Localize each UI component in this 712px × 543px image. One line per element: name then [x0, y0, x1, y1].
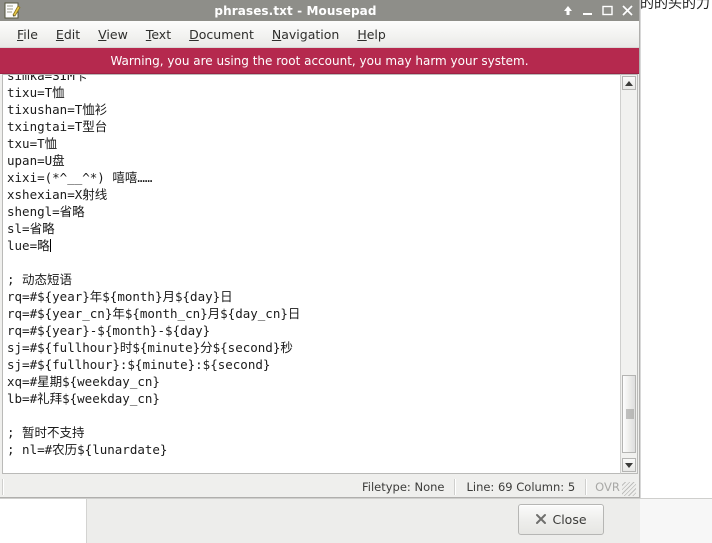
window-controls [563, 0, 633, 21]
statusbar-filetype: Filetype: None [354, 480, 452, 494]
editor-line: xixi=(*^__^*) 嘻嘻…… [7, 169, 620, 186]
menu-mnemonic: E [56, 27, 64, 42]
statusbar-divider-2 [454, 479, 456, 495]
menu-label: ocument [199, 27, 254, 42]
menu-document[interactable]: Document [180, 24, 263, 45]
editor-line: ; nl=#农历${lunardate} [7, 441, 620, 458]
statusbar: Filetype: None Line: 69 Column: 5 OVR [0, 477, 638, 497]
scroll-down-button[interactable] [622, 458, 636, 472]
text-caret [50, 239, 51, 252]
menu-mnemonic: H [357, 27, 366, 42]
close-window-button[interactable] [622, 5, 633, 16]
close-button-label: Close [552, 512, 586, 527]
vertical-scrollbar[interactable] [620, 74, 638, 474]
editor-line: rq=#${year_cn}年${month_cn}月${day_cn}日 [7, 305, 620, 322]
menu-label: ext [151, 27, 171, 42]
editor-area: simka=SIM卡tixu=T恤tixushan=T恤衫txingtai=T型… [2, 74, 638, 474]
editor-line [7, 254, 620, 271]
menu-label: avigation [281, 27, 339, 42]
menu-text[interactable]: Text [137, 24, 180, 45]
editor-line: txu=T恤 [7, 135, 620, 152]
scrollbar-thumb[interactable] [622, 375, 636, 453]
menu-label: elp [367, 27, 386, 42]
maximize-window-button[interactable] [602, 5, 613, 16]
editor-line: sj=#${fullhour}:${minute}:${second} [7, 356, 620, 373]
editor-line: tixu=T恤 [7, 84, 620, 101]
menu-file[interactable]: File [8, 24, 47, 45]
editor-line: rq=#${year}年${month}月${day}日 [7, 288, 620, 305]
editor-line: xshexian=X射线 [7, 186, 620, 203]
editor-line: simka=SIM卡 [7, 74, 620, 84]
desktop-background: 的的头的力 phrases.txt - Mousepad [0, 0, 712, 542]
editor-line: sj=#${fullhour}时${minute}分${second}秒 [7, 339, 620, 356]
warning-text: Warning, you are using the root account,… [110, 54, 528, 68]
chevron-up-icon [625, 81, 633, 86]
close-button[interactable]: Close [518, 504, 604, 535]
editor-text[interactable]: simka=SIM卡tixu=T恤tixushan=T恤衫txingtai=T型… [3, 74, 620, 458]
menu-label: dit [64, 27, 80, 42]
close-icon [535, 513, 547, 527]
statusbar-line-column: Line: 69 Column: 5 [458, 480, 583, 494]
background-dialog-right-edge [640, 499, 712, 543]
editor-line: tixushan=T恤衫 [7, 101, 620, 118]
menu-label: iew [106, 27, 127, 42]
root-account-warning-banner: Warning, you are using the root account,… [0, 48, 639, 74]
editor-line: sl=省略 [7, 220, 620, 237]
statusbar-divider-1 [2, 479, 4, 495]
background-partial-text: 的的头的力 [640, 0, 712, 13]
scroll-up-button[interactable] [622, 76, 636, 90]
shade-window-button[interactable] [563, 5, 573, 16]
editor-line: rq=#${year}-${month}-${day} [7, 322, 620, 339]
menu-navigation[interactable]: Navigation [263, 24, 348, 45]
mousepad-window: phrases.txt - Mousepad File Edit Vie [0, 0, 640, 498]
menu-label: ile [23, 27, 38, 42]
editor-line [7, 407, 620, 424]
menu-mnemonic: D [189, 27, 199, 42]
editor-line: lb=#礼拜${weekday_cn} [7, 390, 620, 407]
editor-line: shengl=省略 [7, 203, 620, 220]
window-resize-grip[interactable] [622, 482, 636, 496]
editor-line: upan=U盘 [7, 152, 620, 169]
editor-line: txingtai=T型台 [7, 118, 620, 135]
minimize-window-button[interactable] [582, 5, 593, 16]
menu-mnemonic: N [272, 27, 281, 42]
menu-help[interactable]: Help [348, 24, 395, 45]
background-panel-right [640, 0, 712, 498]
editor-line: xq=#星期${weekday_cn} [7, 373, 620, 390]
editor-line: ; 动态短语 [7, 271, 620, 288]
editor-line: ; 暂时不支持 [7, 424, 620, 441]
window-titlebar[interactable]: phrases.txt - Mousepad [0, 0, 639, 21]
window-title: phrases.txt - Mousepad [0, 4, 639, 18]
text-editor-view[interactable]: simka=SIM卡tixu=T恤tixushan=T恤衫txingtai=T型… [2, 74, 620, 474]
menu-edit[interactable]: Edit [47, 24, 89, 45]
statusbar-divider-3 [585, 479, 587, 495]
chevron-down-icon [625, 463, 633, 468]
editor-line: lue=略 [7, 237, 620, 254]
menubar: File Edit View Text Document Navigation … [0, 21, 639, 48]
background-dialog-footer [0, 498, 712, 543]
background-dialog-left-panel [0, 499, 87, 543]
scrollbar-grip-icon [626, 410, 634, 419]
notepad-pencil-icon [4, 2, 21, 19]
menu-view[interactable]: View [89, 24, 137, 45]
statusbar-overwrite-indicator[interactable]: OVR [589, 480, 626, 494]
